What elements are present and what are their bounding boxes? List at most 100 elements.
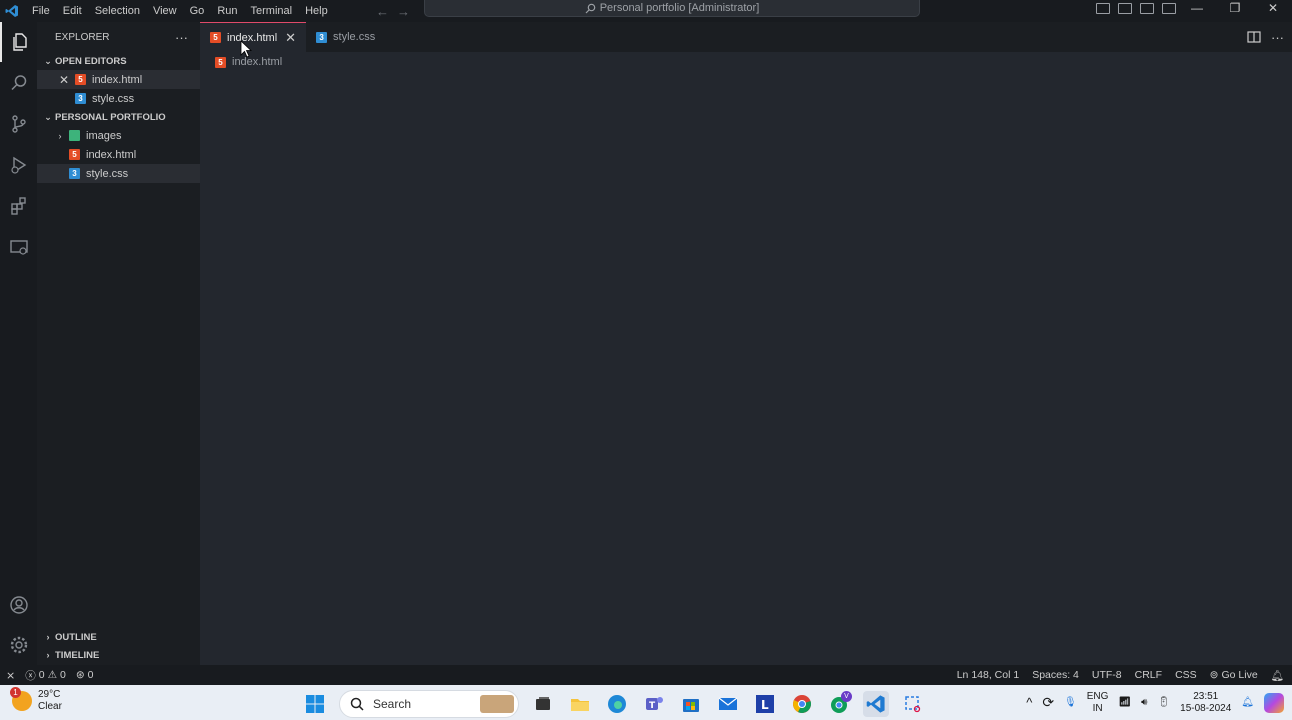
chrome-profile-badge: V — [841, 691, 852, 702]
weather-badge: 1 — [10, 687, 21, 698]
close-editor-icon[interactable]: ✕ — [59, 73, 75, 87]
customize-layout-icon[interactable] — [1162, 2, 1176, 14]
sync-icon[interactable]: ⟳ — [1042, 694, 1054, 711]
indentation[interactable]: Spaces: 4 — [1032, 669, 1079, 681]
line-ending[interactable]: CRLF — [1135, 669, 1162, 681]
snipping-tool-icon[interactable] — [900, 691, 926, 717]
folder-section[interactable]: ⌄ PERSONAL PORTFOLIO — [37, 108, 200, 126]
task-view-icon[interactable] — [530, 691, 556, 717]
arrow-left-icon[interactable]: ← — [376, 4, 389, 19]
mouse-cursor-icon — [240, 40, 252, 58]
chevron-down-icon: ⌄ — [44, 111, 52, 122]
run-debug-icon[interactable] — [0, 145, 37, 185]
file-explorer-icon[interactable] — [567, 691, 593, 717]
search-highlight-icon — [480, 695, 514, 713]
cursor-position[interactable]: Ln 148, Col 1 — [957, 669, 1019, 681]
menu-edit[interactable]: Edit — [55, 0, 87, 22]
restore-icon[interactable]: ❐ — [1216, 0, 1254, 16]
language-indicator[interactable]: ENG IN — [1087, 691, 1109, 715]
settings-gear-icon[interactable] — [0, 625, 37, 665]
open-editor-item-index-html[interactable]: ✕ 5 index.html — [37, 70, 200, 89]
system-tray: ^ ⟳ 🎙︎ ENG IN 📶︎ 🔊︎ 🔋︎ 23:51 15-08-2024 … — [1026, 685, 1284, 720]
close-tab-icon[interactable]: ✕ — [285, 30, 296, 46]
timeline-section[interactable]: › TIMELINE — [37, 646, 200, 664]
tab-label: index.html — [227, 31, 278, 44]
weather-condition: Clear — [38, 701, 62, 712]
ports-count: 0 — [87, 669, 94, 681]
status-left: ⨯ ⓧ 0 ⚠ 0 ⊛ 0 — [0, 668, 93, 683]
menu-selection[interactable]: Selection — [87, 0, 145, 22]
toggle-panel-icon[interactable] — [1118, 2, 1132, 14]
open-editors-section[interactable]: ⌄ OPEN EDITORS — [37, 52, 200, 70]
taskbar-search[interactable]: Search — [339, 690, 519, 718]
copilot-icon[interactable] — [1264, 692, 1284, 713]
chrome-icon[interactable] — [789, 691, 815, 717]
battery-icon[interactable]: 🔋︎ — [1157, 697, 1170, 708]
menu-file[interactable]: File — [24, 0, 55, 22]
volume-icon[interactable]: 🔊︎ — [1141, 697, 1147, 708]
menu-help[interactable]: Help — [297, 0, 333, 22]
chevron-down-icon: ⌄ — [44, 55, 52, 66]
explorer-icon[interactable] — [0, 22, 37, 62]
warning-icon: ⚠ — [47, 669, 57, 681]
open-editor-item-style-css[interactable]: 3 style.css — [37, 89, 200, 108]
minimize-icon[interactable]: — — [1178, 0, 1216, 16]
extensions-icon[interactable] — [0, 186, 37, 226]
go-live-button[interactable]: ⊚ Go Live — [1210, 669, 1258, 681]
svg-text:L: L — [761, 698, 769, 712]
mail-icon[interactable] — [715, 691, 741, 717]
html-file-icon: 5 — [69, 149, 80, 160]
remote-indicator-icon[interactable]: ⨯ — [6, 669, 15, 682]
tree-item-index-html[interactable]: 5 index.html — [37, 145, 200, 164]
source-control-icon[interactable] — [0, 104, 37, 144]
menu-view[interactable]: View — [145, 0, 182, 22]
timeline-label: TIMELINE — [55, 649, 100, 661]
broadcast-icon: ⊚ — [1209, 669, 1219, 681]
tree-item-label: style.css — [86, 167, 129, 180]
teams-icon[interactable]: T — [641, 691, 667, 717]
tree-item-images[interactable]: › images — [37, 126, 200, 145]
l-app-icon[interactable]: L — [752, 691, 778, 717]
explorer-header: EXPLORER ··· — [37, 22, 200, 52]
clock[interactable]: 23:51 15-08-2024 — [1180, 691, 1231, 715]
go-live-label: Go Live — [1221, 669, 1258, 681]
more-actions-icon[interactable]: ··· — [175, 30, 188, 45]
vscode-taskbar-icon[interactable] — [863, 691, 889, 717]
html-file-icon: 5 — [215, 56, 226, 68]
wifi-icon[interactable]: 📶︎ — [1118, 697, 1131, 708]
menu-go[interactable]: Go — [182, 0, 210, 22]
outline-section[interactable]: › OUTLINE — [37, 628, 200, 646]
breadcrumb[interactable]: 5 index.html — [200, 52, 1292, 72]
accounts-icon[interactable] — [0, 585, 37, 625]
language-mode[interactable]: CSS — [1175, 669, 1197, 681]
search-icon[interactable] — [0, 63, 37, 103]
notification-bell-icon[interactable]: 🔔︎ — [1241, 697, 1254, 708]
tray-overflow-chevron-icon[interactable]: ^ — [1026, 695, 1032, 710]
tab-index-html[interactable]: 5 index.html ✕ — [200, 22, 307, 52]
tree-item-style-css[interactable]: 3 style.css — [37, 164, 200, 183]
language-bottom: IN — [1092, 702, 1103, 714]
microsoft-store-icon[interactable] — [678, 691, 704, 717]
chrome-profile-icon[interactable]: V — [826, 691, 852, 717]
remote-explorer-icon[interactable] — [0, 227, 37, 267]
tab-style-css[interactable]: 3 style.css — [306, 22, 385, 52]
toggle-secondary-sidebar-icon[interactable] — [1140, 2, 1154, 14]
weather-widget[interactable]: 1 29°C Clear — [10, 687, 62, 713]
toggle-primary-sidebar-icon[interactable] — [1096, 2, 1110, 14]
microphone-icon[interactable]: 🎙︎ — [1064, 697, 1077, 708]
more-actions-icon[interactable]: ··· — [1271, 30, 1284, 45]
encoding[interactable]: UTF-8 — [1092, 669, 1122, 681]
edge-browser-icon[interactable] — [604, 691, 630, 717]
command-center[interactable]: Personal portfolio [Administrator] — [424, 0, 920, 17]
notifications-bell-icon[interactable]: 🔔︎ — [1271, 669, 1284, 682]
vscode-logo-icon — [0, 0, 24, 22]
menu-terminal[interactable]: Terminal — [243, 0, 298, 22]
menu-run[interactable]: Run — [209, 0, 242, 22]
windows-start-icon[interactable] — [302, 691, 328, 717]
split-editor-icon[interactable] — [1247, 31, 1261, 43]
ports-status[interactable]: ⊛ 0 — [76, 669, 94, 681]
svg-text:T: T — [649, 701, 656, 711]
close-window-icon[interactable]: ✕ — [1254, 0, 1292, 16]
problems-status[interactable]: ⓧ 0 ⚠ 0 — [25, 668, 66, 683]
arrow-right-icon[interactable]: → — [397, 4, 410, 19]
